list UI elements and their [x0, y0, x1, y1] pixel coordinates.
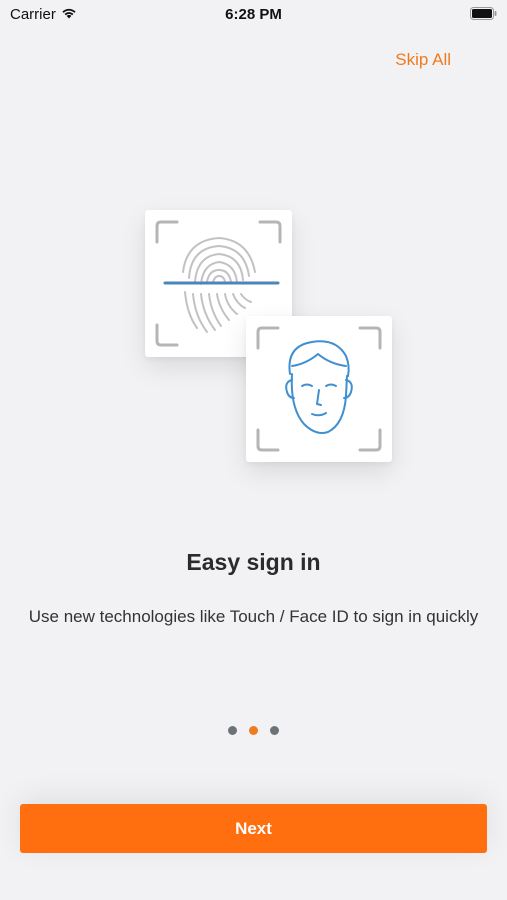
page-dot-3[interactable]	[270, 726, 279, 735]
page-indicator[interactable]	[0, 726, 507, 735]
page-dot-1[interactable]	[228, 726, 237, 735]
battery-icon	[470, 7, 497, 20]
status-time: 6:28 PM	[225, 6, 282, 23]
next-button[interactable]: Next	[20, 804, 487, 853]
status-bar: Carrier 6:28 PM	[0, 0, 507, 28]
slide-description: Use new technologies like Touch / Face I…	[28, 607, 479, 626]
face-id-icon	[256, 326, 382, 452]
face-id-card	[246, 316, 392, 462]
page-dot-2-active[interactable]	[249, 726, 258, 735]
skip-all-button[interactable]: Skip All	[395, 50, 451, 70]
slide-title: Easy sign in	[186, 549, 321, 575]
